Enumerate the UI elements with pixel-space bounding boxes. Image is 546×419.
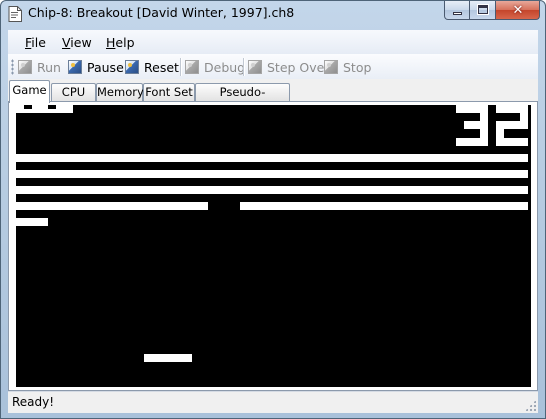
brick-row xyxy=(240,202,528,210)
tab-strip: Game CPU Memory Font Set Pseudo-Assembly xyxy=(8,80,538,116)
reset-button[interactable]: Reset xyxy=(125,58,179,76)
caption-buttons: ✕ xyxy=(444,1,540,21)
title-bar[interactable]: Chip-8: Breakout [David Winter, 1997].ch… xyxy=(1,1,545,29)
minimize-icon xyxy=(453,12,462,15)
picture-icon xyxy=(18,60,32,74)
menu-bar: File View Help xyxy=(8,30,538,54)
toolbar: Run Pause Reset Debug Step Over Stop xyxy=(8,54,538,79)
tab-memory[interactable]: Memory xyxy=(96,83,144,101)
resize-grip-icon[interactable] xyxy=(525,400,536,411)
brick-row xyxy=(16,186,528,194)
picture-icon xyxy=(324,60,338,74)
status-text: Ready! xyxy=(12,395,55,409)
menu-file[interactable]: File xyxy=(25,35,46,50)
brick-row xyxy=(16,154,528,162)
step-over-button[interactable]: Step Over xyxy=(248,58,330,76)
tab-game[interactable]: Game xyxy=(9,80,50,103)
brick-row xyxy=(16,170,528,178)
pause-label: Pause xyxy=(87,59,124,75)
pause-button[interactable]: Pause xyxy=(68,58,124,76)
brick-row xyxy=(16,202,208,210)
stop-label: Stop xyxy=(343,59,372,75)
close-icon: ✕ xyxy=(512,3,524,18)
tab-pseudo-assembly[interactable]: Pseudo-Assembly xyxy=(195,83,290,116)
paddle xyxy=(144,354,192,362)
minimize-button[interactable] xyxy=(444,1,470,20)
toolbar-separator xyxy=(180,58,182,76)
app-window: Chip-8: Breakout [David Winter, 1997].ch… xyxy=(0,0,546,419)
client-area: File View Help Run Pause Reset Debug Ste… xyxy=(8,30,538,413)
run-label: Run xyxy=(37,59,61,75)
picture-icon xyxy=(185,60,199,74)
close-button[interactable]: ✕ xyxy=(496,1,540,20)
picture-icon xyxy=(68,60,82,74)
status-bar: Ready! xyxy=(8,391,538,413)
document-icon xyxy=(8,6,22,22)
debug-label: Debug xyxy=(204,59,246,75)
stop-button[interactable]: Stop xyxy=(324,58,371,76)
picture-icon xyxy=(248,60,262,74)
toolbar-separator xyxy=(243,58,245,76)
toolbar-grip-icon[interactable] xyxy=(11,59,14,75)
step-over-label: Step Over xyxy=(267,59,330,75)
maximize-icon xyxy=(477,4,489,15)
tab-cpu[interactable]: CPU xyxy=(51,83,96,101)
brick-row xyxy=(16,218,48,226)
lives-gap xyxy=(24,105,32,109)
lives-gap xyxy=(48,105,56,109)
maximize-button[interactable] xyxy=(470,1,496,20)
picture-icon xyxy=(125,60,139,74)
run-button[interactable]: Run xyxy=(18,58,61,76)
score-display xyxy=(456,105,528,146)
menu-help[interactable]: Help xyxy=(106,35,135,50)
game-display[interactable] xyxy=(16,105,531,387)
game-tab-page xyxy=(8,101,538,391)
tab-font-set[interactable]: Font Set xyxy=(143,83,195,101)
debug-button[interactable]: Debug xyxy=(185,58,245,76)
reset-label: Reset xyxy=(144,59,179,75)
menu-view[interactable]: View xyxy=(62,35,92,50)
window-title: Chip-8: Breakout [David Winter, 1997].ch… xyxy=(28,5,295,20)
